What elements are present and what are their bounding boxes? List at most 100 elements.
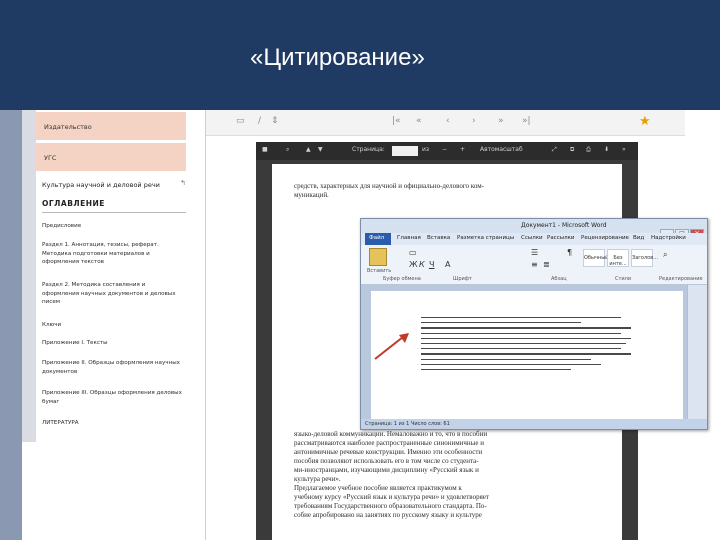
tab-file[interactable]: Файл [365, 233, 391, 245]
style-normal[interactable]: Обычный [583, 249, 608, 267]
zoom-in-icon[interactable]: + [460, 146, 465, 153]
page-text-line: языко-деловой коммуникации. Немаловажно … [294, 430, 488, 438]
open-file-icon[interactable]: ⧉ [570, 146, 574, 154]
toc-item[interactable]: ЛИТЕРАТУРА [42, 419, 184, 428]
next-section-icon[interactable]: » [498, 116, 504, 126]
word-text-line [421, 327, 631, 329]
page-text-line: средств, характерных для научной и офици… [294, 182, 484, 190]
paste-label: Вставить [367, 268, 392, 274]
next-page-icon[interactable]: › [472, 116, 476, 126]
word-text-line [421, 322, 581, 324]
slide-title-band: «Цитирование» [0, 0, 720, 110]
word-text-line [421, 358, 591, 360]
toc-item[interactable]: Ключи [42, 321, 184, 330]
group-clipboard: Буфер обмена [383, 276, 421, 282]
page-text-line: ми-иностранцами, изучающими дисциплину «… [294, 466, 479, 474]
word-text-line [421, 343, 626, 345]
toc-item[interactable]: Приложение I. Тексты [42, 339, 184, 348]
sidebar-panel: Издательство УГС Культура научной и дело… [36, 110, 202, 442]
tab-mailings[interactable]: Рассылки [547, 235, 575, 241]
page-text-line: пособия позволяют использовать его в том… [294, 457, 479, 465]
toc-divider [42, 212, 186, 213]
toc-item[interactable]: Предисловие [42, 222, 184, 231]
bullets-icon[interactable]: ☰ [531, 248, 538, 257]
word-title-bar: Документ1 - Microsoft Word –□✕ [361, 219, 707, 239]
page-text-line: собие апробировано на занятиях по русско… [294, 511, 482, 519]
toc-title: ОГЛАВЛЕНИЕ [42, 199, 105, 208]
fit-icon[interactable]: ⇕ [271, 116, 279, 126]
word-text-line [421, 369, 571, 371]
tab-insert[interactable]: Вставка [427, 235, 450, 241]
tab-references[interactable]: Ссылки [521, 235, 543, 241]
page-text-line: культура речи». [294, 475, 341, 483]
tab-addins[interactable]: Надстройки [651, 235, 686, 241]
prev-page-icon[interactable]: ‹ [446, 116, 450, 126]
group-paragraph: Абзац [551, 276, 567, 282]
word-text-line [421, 348, 621, 350]
vertical-scrollbar[interactable] [687, 285, 707, 419]
pilcrow-icon[interactable]: ¶ [567, 248, 572, 257]
sidebar-tab-ugs[interactable]: УГС [36, 143, 186, 171]
pdf-toolbar: ■ ⌕ ▲ ▼ Страница: из − + Автомасштаб ⤢ ⧉… [256, 142, 638, 160]
toc-item[interactable]: Раздел 2. Методика составления и оформле… [42, 281, 184, 307]
group-editing: Редактирование [659, 276, 703, 282]
page-number-input[interactable] [392, 146, 418, 156]
page-text-line: учебному курсу «Русский язык и культура … [294, 493, 489, 501]
page-text-line: требованиям Государственного образовател… [294, 502, 487, 510]
fullscreen-icon[interactable]: ⤢ [552, 146, 557, 154]
group-font: Шрифт [453, 276, 472, 282]
word-text-line [421, 332, 621, 334]
page-view-icon[interactable]: ▭ [236, 116, 245, 126]
ribbon-tabs: Файл Главная Вставка Разметка страницы С… [361, 233, 707, 245]
edit-icon[interactable]: ↰ [180, 179, 186, 187]
page-up-icon[interactable]: ▲ [306, 146, 311, 153]
tab-layout[interactable]: Разметка страницы [457, 235, 514, 241]
align-center-icon[interactable]: ≣ [543, 260, 550, 269]
page-label: Страница: [352, 146, 385, 153]
editing-icon[interactable]: ⌕ [663, 250, 667, 260]
zoom-out-icon[interactable]: − [442, 146, 447, 153]
download-icon[interactable]: ⬇ [604, 146, 609, 153]
toc-item[interactable]: Приложение III. Образцы оформления делов… [42, 389, 184, 406]
word-text-line [421, 363, 601, 366]
page-input[interactable]: / [258, 116, 261, 126]
bold-icon[interactable]: Ж [409, 260, 418, 269]
font-name-box[interactable]: ▭ [409, 248, 417, 257]
text-color-icon[interactable]: A [445, 260, 450, 269]
tools-icon[interactable]: » [622, 146, 626, 153]
underline-icon[interactable]: Ч [429, 260, 434, 269]
tab-home[interactable]: Главная [397, 235, 421, 241]
style-heading[interactable]: Заголов... [631, 249, 658, 267]
print-icon[interactable]: ⎙ [586, 146, 591, 154]
word-text-line [421, 353, 631, 355]
prev-section-icon[interactable]: « [416, 116, 422, 126]
search-icon[interactable]: ⌕ [286, 146, 289, 154]
bookmark-star-icon[interactable]: ★ [639, 114, 651, 129]
paste-icon[interactable] [369, 248, 387, 266]
toc-item[interactable]: Раздел 1. Аннотация, тезисы, реферат. Ме… [42, 241, 184, 267]
word-screenshot: Документ1 - Microsoft Word –□✕ Файл Глав… [360, 218, 708, 430]
sidebar-toggle-icon[interactable]: ■ [262, 146, 268, 153]
toc-item[interactable]: Приложение II. Образцы оформления научны… [42, 359, 184, 376]
ribbon: Вставить ▭ Ж К Ч A ☰ ≡ ≣ ¶ Обычный Без и… [361, 245, 707, 285]
left-stripe [0, 110, 22, 540]
align-left-icon[interactable]: ≡ [531, 260, 538, 269]
course-link[interactable]: Культура научной и деловой речи [42, 180, 182, 190]
page-text-line: рассматриваются наиболее распространенны… [294, 439, 484, 447]
word-text-line [421, 337, 631, 340]
last-page-icon[interactable]: »| [522, 116, 531, 126]
first-page-icon[interactable]: |« [392, 116, 401, 126]
page-down-icon[interactable]: ▼ [318, 146, 323, 153]
tab-review[interactable]: Рецензирование [581, 235, 629, 241]
word-status-bar: Страница: 1 из 1 Число слов: 61 [361, 419, 707, 429]
group-styles: Стили [615, 276, 632, 282]
italic-icon[interactable]: К [419, 260, 425, 269]
sidebar: Издательство УГС Культура научной и дело… [22, 110, 202, 442]
zoom-select[interactable]: Автомасштаб [480, 146, 523, 153]
word-page[interactable] [371, 291, 683, 419]
word-window-title: Документ1 - Microsoft Word [521, 222, 607, 229]
sidebar-tab-publisher[interactable]: Издательство [36, 112, 186, 140]
tab-view[interactable]: Вид [633, 235, 644, 241]
word-text-line [421, 317, 621, 319]
style-no-spacing[interactable]: Без инте... [607, 249, 629, 267]
